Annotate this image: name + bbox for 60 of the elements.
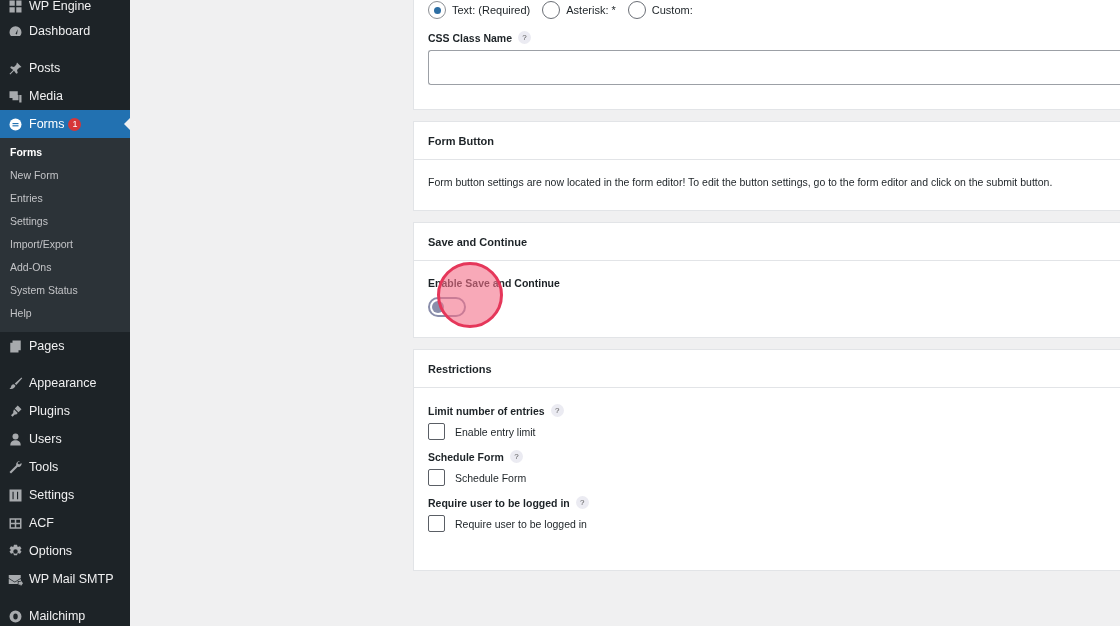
- help-badge[interactable]: ?: [550, 404, 564, 417]
- count-badge: 1: [68, 117, 82, 131]
- sidebar-item[interactable]: Media: [0, 82, 130, 110]
- sidebar-item[interactable]: WP Engine: [0, 0, 130, 17]
- submenu-item[interactable]: Help: [0, 305, 130, 328]
- card-title: Restrictions: [428, 362, 492, 375]
- submenu-item[interactable]: System Status: [0, 282, 130, 305]
- checkbox[interactable]: [428, 423, 445, 440]
- pin-icon: [8, 60, 23, 76]
- radio-option[interactable]: Asterisk: *: [542, 1, 616, 19]
- sidebar-item[interactable]: Users: [0, 425, 130, 453]
- submenu-item[interactable]: Add-Ons: [0, 259, 130, 282]
- sidebar-item[interactable]: Settings: [0, 481, 130, 509]
- submenu-item[interactable]: Forms: [0, 144, 130, 167]
- setting-label: Limit number of entries: [428, 404, 545, 417]
- sidebar-item[interactable]: WP Mail SMTP: [0, 565, 130, 593]
- submenu-item[interactable]: Settings: [0, 213, 130, 236]
- wrench-icon: [8, 459, 23, 475]
- help-badge[interactable]: ?: [575, 496, 589, 509]
- notice-text: Form button settings are now located in the form editor! To edit the button settings, go to the form editor and click on the submit button.: [428, 175, 1054, 190]
- submenu-item[interactable]: Entries: [0, 190, 130, 213]
- sidebar-item[interactable]: Plugins: [0, 397, 130, 425]
- sidebar-item[interactable]: ACF: [0, 509, 130, 537]
- menu-pointer: [124, 118, 130, 130]
- card-title: Form Button: [428, 134, 494, 147]
- card-title: Save and Continue: [428, 235, 528, 248]
- setting-label: Schedule Form: [428, 450, 504, 463]
- toggle-switch[interactable]: [428, 297, 466, 317]
- plug-icon: [8, 403, 23, 419]
- input-field[interactable]: [428, 50, 1120, 85]
- checkbox-option[interactable]: Schedule Form: [428, 469, 1120, 486]
- pages-icon: [8, 338, 23, 354]
- gauge-icon: [8, 23, 23, 39]
- sidebar-item[interactable]: Tools: [0, 453, 130, 481]
- media-icon: [8, 88, 23, 104]
- radio-option[interactable]: Custom:: [627, 1, 693, 19]
- sidebar-item[interactable]: Posts: [0, 54, 130, 82]
- radio-option[interactable]: Text: (Required): [428, 1, 531, 19]
- sidebar-item[interactable]: Options: [0, 537, 130, 565]
- help-badge[interactable]: ?: [509, 450, 523, 463]
- sliders-icon: [8, 487, 23, 503]
- table-icon: [8, 515, 23, 531]
- checkbox-option[interactable]: Require user to be logged in: [428, 515, 1120, 532]
- setting-label: Require user to be logged in: [428, 496, 570, 509]
- checkbox[interactable]: [428, 469, 445, 486]
- sidebar-item[interactable]: Forms 1: [0, 110, 130, 138]
- user-icon: [8, 431, 23, 447]
- forms-logo-icon: [8, 116, 23, 132]
- grid-icon: [8, 0, 23, 14]
- help-badge[interactable]: ?: [518, 31, 532, 44]
- sidebar-item[interactable]: Dashboard: [0, 17, 130, 45]
- field-label: CSS Class Name: [428, 31, 513, 44]
- checkbox-option[interactable]: Enable entry limit: [428, 423, 1120, 440]
- submenu-item[interactable]: New Form: [0, 167, 130, 190]
- brush-icon: [8, 375, 23, 391]
- checkbox[interactable]: [428, 515, 445, 532]
- sidebar-item[interactable]: Appearance: [0, 369, 130, 397]
- submenu-item[interactable]: Import/Export: [0, 236, 130, 259]
- sidebar-item[interactable]: Pages: [0, 332, 130, 360]
- sidebar-item[interactable]: Mailchimp: [0, 602, 130, 626]
